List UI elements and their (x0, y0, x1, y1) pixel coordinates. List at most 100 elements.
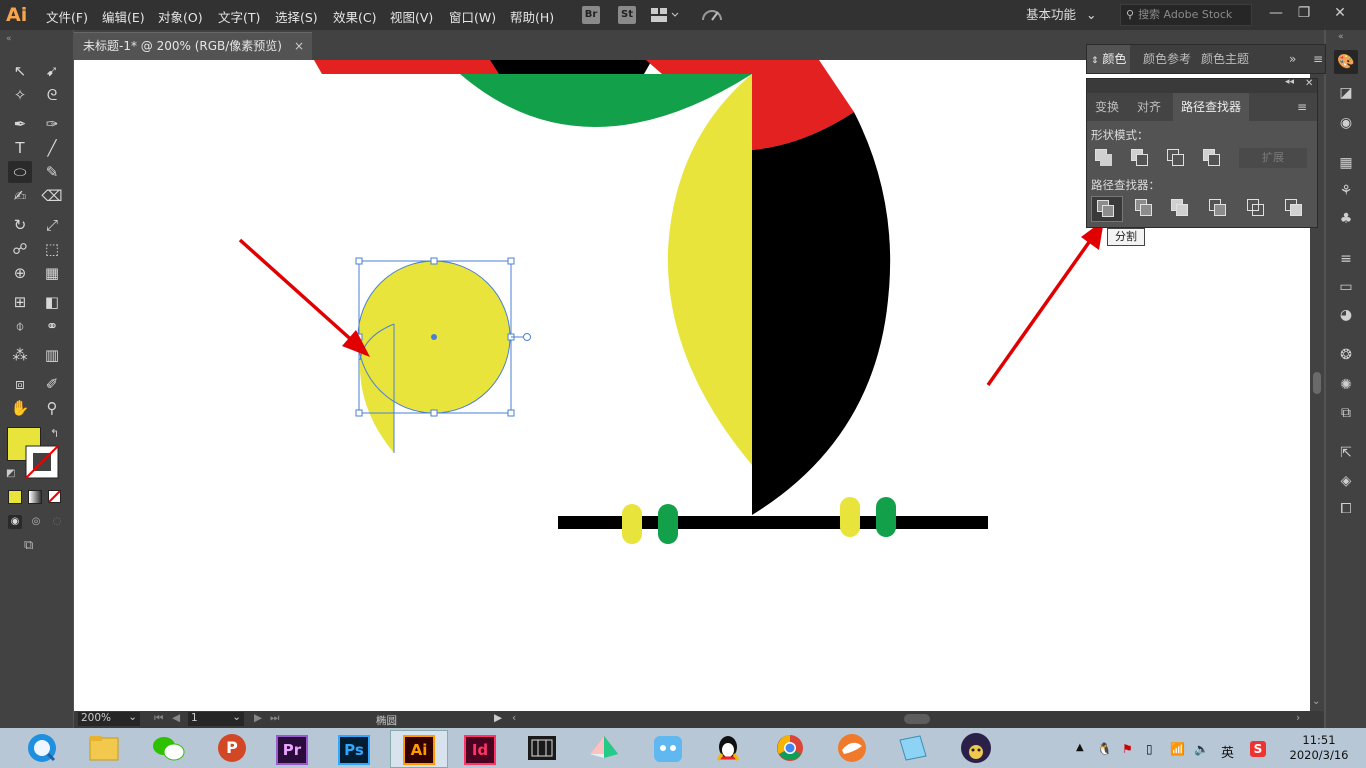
artboards-icon[interactable]: ⧠ (1337, 500, 1355, 518)
last-artboard-icon[interactable]: ⏭ (270, 712, 279, 725)
tab-color[interactable]: ⇕ 颜色 (1087, 45, 1131, 73)
layers-icon[interactable]: ◈ (1337, 472, 1355, 490)
artboard-number-select[interactable]: 1 ⌄ (188, 711, 244, 726)
clock[interactable]: 11:51 2020/3/16 (1284, 733, 1354, 765)
network-warning-icon[interactable]: ⚑ (1122, 742, 1133, 756)
export-asset-icon[interactable]: ⇱ (1337, 444, 1355, 462)
start-button[interactable] (20, 730, 64, 766)
menu-help[interactable]: 帮助(H) (510, 7, 554, 26)
video-editor-icon[interactable] (520, 730, 564, 766)
illustrator-icon[interactable]: Ai (390, 730, 448, 768)
mesh-tool-icon[interactable]: ⊞ (8, 291, 32, 313)
intersect-button[interactable] (1165, 147, 1189, 169)
symbols-icon[interactable]: ♣ (1337, 210, 1355, 228)
zoom-select[interactable]: 200% ⌄ (78, 711, 140, 726)
shaper-tool-icon[interactable]: ✍ (8, 185, 32, 207)
unite-button[interactable] (1093, 147, 1117, 169)
menu-select[interactable]: 选择(S) (275, 7, 318, 26)
ellipse-tool-icon[interactable]: ⬭ (8, 161, 32, 183)
more-tabs-icon[interactable]: » (1285, 45, 1300, 73)
stroke-panel-icon[interactable]: ≡ (1337, 250, 1355, 268)
gradient-panel-icon[interactable]: ▭ (1337, 278, 1355, 296)
default-fill-stroke-icon[interactable]: ◩ (6, 468, 18, 480)
rotate-tool-icon[interactable]: ↻ (8, 214, 32, 236)
curvature-tool-icon[interactable]: ✑ (40, 113, 64, 135)
panel-header[interactable]: ◂◂ ✕ (1087, 77, 1317, 93)
qq-tray-icon[interactable]: 🐧 (1097, 742, 1112, 756)
sogou-icon[interactable]: S (1250, 741, 1266, 757)
menu-type[interactable]: 文字(T) (218, 7, 260, 26)
first-artboard-icon[interactable]: ⏮ (154, 712, 163, 725)
panel-menu-icon[interactable]: ≡ (1309, 45, 1327, 73)
merge-button[interactable] (1169, 197, 1193, 219)
hand-tool-icon[interactable]: ✋ (8, 397, 32, 419)
expand-dock-icon[interactable]: « (1338, 32, 1344, 42)
column-graph-tool-icon[interactable]: ▥ (40, 344, 64, 366)
file-explorer-icon[interactable] (82, 730, 126, 766)
menu-object[interactable]: 对象(O) (158, 7, 203, 26)
minus-back-button[interactable] (1283, 197, 1307, 219)
trim-button[interactable] (1133, 197, 1157, 219)
bridge-button[interactable]: Br (582, 6, 600, 24)
menu-edit[interactable]: 编辑(E) (102, 7, 145, 26)
horizontal-scrollbar[interactable]: ‹ › (508, 711, 1304, 728)
free-transform-tool-icon[interactable]: ⬚ (40, 238, 64, 260)
stock-search-input[interactable]: ⚲ 搜索 Adobe Stock (1120, 4, 1252, 26)
prev-artboard-icon[interactable]: ◀ (172, 712, 180, 724)
menu-window[interactable]: 窗口(W) (449, 7, 496, 26)
none-mode-button[interactable] (48, 490, 61, 503)
crop-button[interactable] (1207, 197, 1231, 219)
next-artboard-icon[interactable]: ▶ (254, 712, 262, 724)
image-trace-icon[interactable]: ⧉ (1337, 404, 1355, 422)
brushes-icon[interactable]: ⚘ (1337, 182, 1355, 200)
close-panel-icon[interactable]: ✕ (1305, 78, 1313, 89)
collapse-panel-icon[interactable]: ◂◂ (1285, 77, 1294, 87)
qq-icon[interactable] (706, 730, 750, 766)
color-mode-button[interactable] (8, 490, 22, 504)
expand-button[interactable]: 扩展 (1239, 148, 1307, 168)
gpu-performance-icon[interactable] (700, 6, 724, 24)
pen-tool-icon[interactable]: ✒ (8, 113, 32, 135)
status-menu-icon[interactable]: ▶ (494, 712, 502, 724)
menu-view[interactable]: 视图(V) (390, 7, 433, 26)
scroll-left-icon[interactable]: ‹ (512, 712, 516, 724)
graphic-styles-icon[interactable]: ✺ (1337, 376, 1355, 394)
h-scroll-thumb[interactable] (904, 714, 930, 724)
stock-button[interactable]: St (618, 6, 636, 24)
selection-tool-icon[interactable]: ↖ (8, 60, 32, 82)
slice-tool-icon[interactable]: ✐ (40, 373, 64, 395)
tab-color-guide[interactable]: 颜色参考 (1139, 45, 1195, 73)
draw-behind-icon[interactable]: ◎ (29, 515, 43, 529)
lasso-tool-icon[interactable]: ᘓ (40, 84, 64, 106)
scroll-thumb[interactable] (1313, 372, 1321, 394)
color-panel-dock-button[interactable]: 🎨 (1334, 50, 1358, 74)
blend-tool-icon[interactable]: ⚭ (40, 315, 64, 337)
restore-icon[interactable]: ❐ (1290, 2, 1318, 24)
powerpoint-icon[interactable]: P (210, 730, 254, 766)
eyedropper-tool-icon[interactable]: ⌽ (8, 315, 32, 337)
appearance-panel-icon[interactable]: ❂ (1337, 346, 1355, 364)
photoshop-icon[interactable]: Ps (332, 730, 376, 766)
tray-expand-icon[interactable]: ▲ (1076, 742, 1084, 753)
collapse-toolbar-icon[interactable]: « (6, 34, 66, 44)
avatar-app-icon[interactable] (954, 730, 998, 766)
stroke-swatch[interactable] (25, 445, 59, 479)
menu-file[interactable]: 文件(F) (46, 7, 88, 26)
minus-front-button[interactable] (1129, 147, 1153, 169)
arrange-documents-icon[interactable] (650, 7, 680, 23)
screen-mode-icon[interactable]: ⧉ (24, 538, 48, 554)
warp-tool-icon[interactable]: ☍ (8, 238, 32, 260)
shape-builder-tool-icon[interactable]: ⊕ (8, 262, 32, 284)
tab-transform[interactable]: 变换 (1087, 93, 1127, 121)
type-tool-icon[interactable]: T (8, 137, 32, 159)
draw-normal-icon[interactable]: ◉ (8, 515, 22, 529)
scale-tool-icon[interactable]: ⤢ (40, 214, 64, 236)
divide-button[interactable] (1091, 196, 1123, 222)
workspace-switcher[interactable]: 基本功能 ⌄ (1026, 4, 1106, 26)
tab-align[interactable]: 对齐 (1129, 93, 1169, 121)
color-themes-icon[interactable]: ◉ (1337, 114, 1355, 132)
close-tab-icon[interactable]: × (294, 33, 304, 60)
bird-app-icon[interactable] (830, 730, 874, 766)
symbol-sprayer-tool-icon[interactable]: ⁂ (8, 344, 32, 366)
ime-indicator[interactable]: 英 (1221, 742, 1234, 761)
